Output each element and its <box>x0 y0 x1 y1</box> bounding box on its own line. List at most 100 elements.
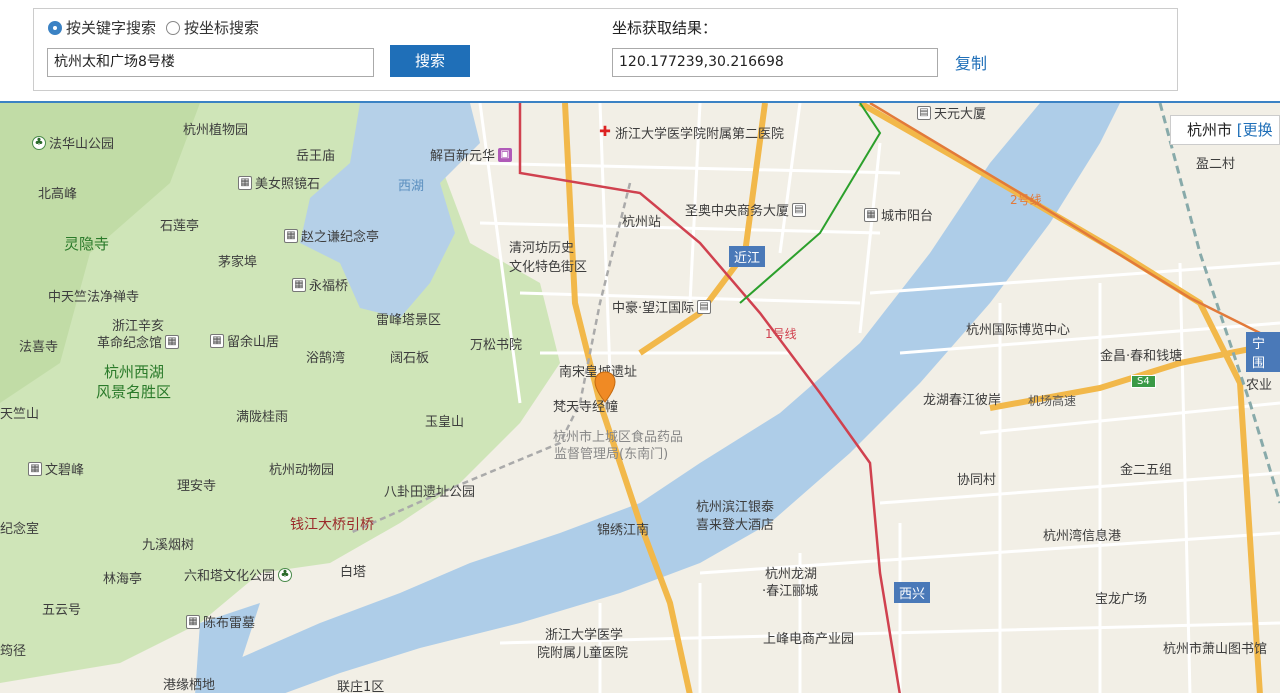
poi-manlong[interactable]: 满陇桂雨 <box>236 406 288 425</box>
radio-unselected-icon[interactable] <box>166 20 181 35</box>
poi-jinchang[interactable]: 金昌·春和钱塘 <box>1100 345 1182 364</box>
map-canvas[interactable]: 杭州市 [更换 近江 西兴 宁围 S4 西湖 ♣ 法华山公园 杭州植物园 岳王庙 … <box>0 101 1280 693</box>
scenic-icon: ▦ <box>186 614 200 629</box>
poi-lianzhu[interactable]: 联庄1区 <box>337 676 384 693</box>
poi-longhu-bj-2[interactable]: ·春江郦城 <box>762 580 818 599</box>
poi-jiner[interactable]: 金二五组 <box>1120 459 1172 478</box>
poi-label: 法华山公园 <box>49 137 115 152</box>
change-city-link[interactable]: [更换 <box>1237 121 1273 139</box>
poi-yongfu[interactable]: ▦ 永福桥 <box>292 275 348 294</box>
poi-leifeng[interactable]: 雷峰塔景区 <box>376 309 441 328</box>
poi-zhonghao[interactable]: 中豪·望江国际 ▤ <box>612 297 712 316</box>
radio-coordinate-search[interactable]: 按坐标搜索 <box>166 17 259 38</box>
hospital-icon: ✚ <box>599 123 611 140</box>
poi-jiebai[interactable]: 解百新元华 ▣ <box>430 145 513 164</box>
coordinate-result-field[interactable]: 120.177239,30.216698 <box>612 48 938 77</box>
poi-city-balcony[interactable]: ▦ 城市阳台 <box>864 205 933 224</box>
poi-meinv[interactable]: ▦ 美女照镜石 <box>238 173 320 192</box>
poi-faxi[interactable]: 法喜寺 <box>19 336 58 355</box>
poi-zheyi-child-2[interactable]: 院附属儿童医院 <box>537 642 628 661</box>
poi-label: 革命纪念馆 <box>97 336 163 351</box>
poi-lingyin[interactable]: 灵隐寺 <box>64 233 109 254</box>
poi-label: 五云号 <box>42 603 82 618</box>
poi-label: 龙湖春江彼岸 <box>923 393 1002 408</box>
poi-yingcun[interactable]: 盈二村 <box>1196 153 1235 172</box>
poi-baita[interactable]: 白塔 <box>340 561 366 580</box>
poi-sheraton[interactable]: 圣奥中央商务大厦 ▤ <box>685 200 807 219</box>
poi-expo[interactable]: 杭州国际博览中心 <box>966 319 1070 338</box>
scenic-icon: ▦ <box>284 228 298 243</box>
poi-maojia[interactable]: 茅家埠 <box>218 251 257 270</box>
station-jinjiang[interactable]: 近江 <box>729 246 766 267</box>
poi-food-bureau-2[interactable]: 监督管理局(东南门) <box>554 443 668 462</box>
poi-yuewang[interactable]: 岳王庙 <box>296 145 335 164</box>
poi-tianzhushan[interactable]: 天竺山 <box>0 403 39 422</box>
poi-chenbu[interactable]: ▦ 陈布雷墓 <box>186 612 255 631</box>
poi-liuyu[interactable]: ▦ 留余山居 <box>210 331 279 350</box>
poi-kuoshi[interactable]: 阔石板 <box>390 347 429 366</box>
metro-line-2-label: 2号线 <box>1010 193 1042 207</box>
poi-jiuxi[interactable]: 九溪烟树 <box>142 534 194 553</box>
poi-label: 留余山居 <box>227 335 280 350</box>
station-yuning[interactable]: 宁围 <box>1246 332 1280 372</box>
poi-yuhuang[interactable]: 玉皇山 <box>425 411 464 430</box>
poi-nongye[interactable]: 农业 <box>1246 374 1272 393</box>
poi-label: 灵隐寺 <box>64 235 110 253</box>
poi-zhaozhiqian[interactable]: ▦ 赵之谦纪念亭 <box>284 226 379 245</box>
poi-label: 圣奥中央商务大厦 <box>685 204 790 219</box>
poi-memorial[interactable]: 纪念室 <box>0 518 39 537</box>
poi-wenbi[interactable]: ▦ 文碧峰 <box>28 459 84 478</box>
poi-qinghefang-1[interactable]: 清河坊历史 <box>509 237 574 256</box>
keyword-input[interactable]: 杭州太和广场8号楼 <box>47 48 374 77</box>
station-xixing[interactable]: 西兴 <box>894 582 931 603</box>
poi-label: 八卦田遗址公园 <box>384 485 476 500</box>
poi-tongcun[interactable]: 协同村 <box>957 469 996 488</box>
poi-qiantang-bridge[interactable]: 钱江大桥引桥 <box>290 514 374 534</box>
poi-wuyun[interactable]: 五云号 <box>42 599 81 618</box>
poi-label: 杭州植物园 <box>183 123 249 138</box>
poi-hangzhou-station[interactable]: 杭州站 <box>622 211 661 230</box>
poi-liuhe[interactable]: 六和塔文化公园 ♣ <box>184 565 293 584</box>
poi-longhu[interactable]: 龙湖春江彼岸 <box>923 389 1001 408</box>
copy-button[interactable]: 复制 <box>955 50 987 74</box>
poi-binjiang-1[interactable]: 杭州滨江银泰 <box>696 496 774 515</box>
poi-baolong[interactable]: 宝龙广场 <box>1095 588 1147 607</box>
current-city: 杭州市 <box>1187 121 1233 139</box>
poi-shangfeng[interactable]: 上峰电商产业园 <box>763 628 854 647</box>
poi-zoo[interactable]: 杭州动物园 <box>269 459 334 478</box>
scenic-icon: ▦ <box>292 277 306 292</box>
search-button[interactable]: 搜索 <box>390 45 470 77</box>
poi-label: 六和塔文化公园 <box>184 569 276 584</box>
poi-qinghefang-2[interactable]: 文化特色街区 <box>509 256 587 275</box>
poi-label: 中天竺法净禅寺 <box>48 290 140 305</box>
radio-selected-icon[interactable] <box>48 20 62 35</box>
poi-beigao[interactable]: 北高峰 <box>38 183 77 202</box>
poi-gangyuan[interactable]: 港缘栖地 <box>163 674 215 693</box>
poi-xiaoshan-library[interactable]: 杭州市萧山图书馆 <box>1163 638 1267 657</box>
poi-shilian[interactable]: 石莲亭 <box>160 215 199 234</box>
poi-lian[interactable]: 理安寺 <box>177 475 216 494</box>
poi-tianyuan[interactable]: ▤ 天元大厦 <box>917 103 986 122</box>
location-pin-icon[interactable] <box>593 371 617 403</box>
poi-binjiang-2[interactable]: 喜来登大酒店 <box>696 514 774 533</box>
poi-geming[interactable]: 革命纪念馆 ▦ <box>97 332 180 351</box>
poi-zhongtianzhu[interactable]: 中天竺法净禅寺 <box>48 286 139 305</box>
metro-line-1-label: 1号线 <box>765 327 797 341</box>
poi-label: 永福桥 <box>309 279 349 294</box>
radio-keyword-search[interactable]: 按关键字搜索 <box>48 17 156 38</box>
poi-jianggan[interactable]: 筠径 <box>0 640 26 659</box>
search-mode-group: 按关键字搜索 按坐标搜索 <box>48 17 259 38</box>
park-icon: ♣ <box>32 135 46 150</box>
poi-botanical[interactable]: 杭州植物园 <box>183 119 248 138</box>
poi-label: 钱江大桥引桥 <box>290 517 374 533</box>
poi-linhai[interactable]: 林海亭 <box>103 568 142 587</box>
city-switcher[interactable]: 杭州市 [更换 <box>1170 115 1280 145</box>
poi-jinxiu[interactable]: 锦绣江南 <box>597 519 649 538</box>
poi-bay-port[interactable]: 杭州湾信息港 <box>1043 525 1121 544</box>
poi-fahua[interactable]: ♣ 法华山公园 <box>32 133 114 152</box>
poi-zheyi2[interactable]: ✚ 浙江大学医学院附属第二医院 <box>598 123 784 143</box>
poi-bagua[interactable]: 八卦田遗址公园 <box>384 481 475 500</box>
poi-yuge[interactable]: 浴鹄湾 <box>306 347 345 366</box>
poi-wansong[interactable]: 万松书院 <box>470 334 522 353</box>
poi-zheyi-child-1[interactable]: 浙江大学医学 <box>545 624 623 643</box>
